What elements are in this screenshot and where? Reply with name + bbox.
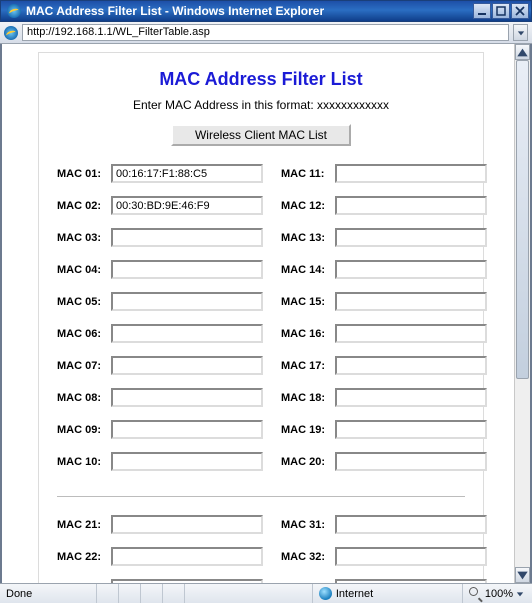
mac-label: MAC 22: [57,551,111,563]
ie-icon [7,4,21,18]
mac-label: MAC 32: [281,551,335,563]
mac-label: MAC 15: [281,296,335,308]
mac-01-input[interactable] [111,164,263,183]
mac-04-input[interactable] [111,260,263,279]
mac-19-input[interactable] [335,420,487,439]
mac-label: MAC 10: [57,456,111,468]
page-content: MAC Address Filter List Enter MAC Addres… [2,44,514,583]
zoom-value: 100% [485,588,513,600]
magnifier-icon [469,587,482,600]
mac-label: MAC 06: [57,328,111,340]
mac-11-input[interactable] [335,164,487,183]
chevron-down-icon [516,590,524,598]
page-title: MAC Address Filter List [57,69,465,90]
address-bar: http://192.168.1.1/WL_FilterTable.asp [0,22,532,44]
mac-14-input[interactable] [335,260,487,279]
close-button[interactable] [511,3,529,19]
status-pane [185,584,313,603]
mac-label: MAC 11: [281,168,335,180]
maximize-button[interactable] [492,3,510,19]
status-pane [119,584,141,603]
window-titlebar: MAC Address Filter List - Windows Intern… [0,0,532,22]
mac-label: MAC 04: [57,264,111,276]
mac-12-input[interactable] [335,196,487,215]
mac-label: MAC 01: [57,168,111,180]
url-field[interactable]: http://192.168.1.1/WL_FilterTable.asp [22,24,509,41]
mac-label: MAC 31: [281,519,335,531]
status-text: Done [0,584,97,603]
mac-label: MAC 05: [57,296,111,308]
mac-08-input[interactable] [111,388,263,407]
zone-label: Internet [336,588,373,600]
mac-column-left: MAC 01: MAC 02: MAC 03: MAC 04: MAC 05: … [57,164,263,484]
instruction-text: Enter MAC Address in this format: xxxxxx… [57,98,465,112]
scroll-up-button[interactable] [515,44,530,60]
status-bar: Done Internet 100% [0,583,532,603]
mac-label: MAC 08: [57,392,111,404]
mac-label: MAC 07: [57,360,111,372]
mac-17-input[interactable] [335,356,487,375]
mac-32-input[interactable] [335,547,487,566]
status-pane [163,584,185,603]
mac-02-input[interactable] [111,196,263,215]
mac-column-left-2: MAC 21: MAC 22: MAC 23: [57,515,263,583]
minimize-button[interactable] [473,3,491,19]
url-dropdown-button[interactable] [513,24,528,41]
mac-label: MAC 20: [281,456,335,468]
mac-label: MAC 12: [281,200,335,212]
mac-label: MAC 21: [57,519,111,531]
mac-column-right: MAC 11: MAC 12: MAC 13: MAC 14: MAC 15: … [281,164,487,484]
status-pane [141,584,163,603]
vertical-scrollbar[interactable] [514,44,530,583]
globe-icon [319,587,332,600]
mac-22-input[interactable] [111,547,263,566]
mac-label: MAC 18: [281,392,335,404]
mac-07-input[interactable] [111,356,263,375]
mac-15-input[interactable] [335,292,487,311]
mac-03-input[interactable] [111,228,263,247]
mac-label: MAC 13: [281,232,335,244]
mac-05-input[interactable] [111,292,263,311]
browser-viewport: MAC Address Filter List Enter MAC Addres… [0,44,532,583]
mac-label: MAC 02: [57,200,111,212]
mac-column-right-2: MAC 31: MAC 32: MAC 33: [281,515,487,583]
mac-label: MAC 17: [281,360,335,372]
scroll-track[interactable] [515,60,530,567]
scroll-thumb[interactable] [516,60,529,379]
mac-09-input[interactable] [111,420,263,439]
mac-label: MAC 14: [281,264,335,276]
zoom-control[interactable]: 100% [463,584,532,603]
mac-10-input[interactable] [111,452,263,471]
scroll-down-button[interactable] [515,567,530,583]
mac-16-input[interactable] [335,324,487,343]
window-title: MAC Address Filter List - Windows Intern… [26,4,473,18]
divider [57,496,465,497]
mac-13-input[interactable] [335,228,487,247]
mac-21-input[interactable] [111,515,263,534]
mac-06-input[interactable] [111,324,263,343]
wireless-client-mac-list-button[interactable]: Wireless Client MAC List [171,124,351,146]
mac-label: MAC 03: [57,232,111,244]
mac-18-input[interactable] [335,388,487,407]
mac-label: MAC 09: [57,424,111,436]
security-zone[interactable]: Internet [313,584,463,603]
ie-icon [4,26,18,40]
mac-20-input[interactable] [335,452,487,471]
mac-label: MAC 16: [281,328,335,340]
status-pane [97,584,119,603]
mac-label: MAC 19: [281,424,335,436]
mac-31-input[interactable] [335,515,487,534]
